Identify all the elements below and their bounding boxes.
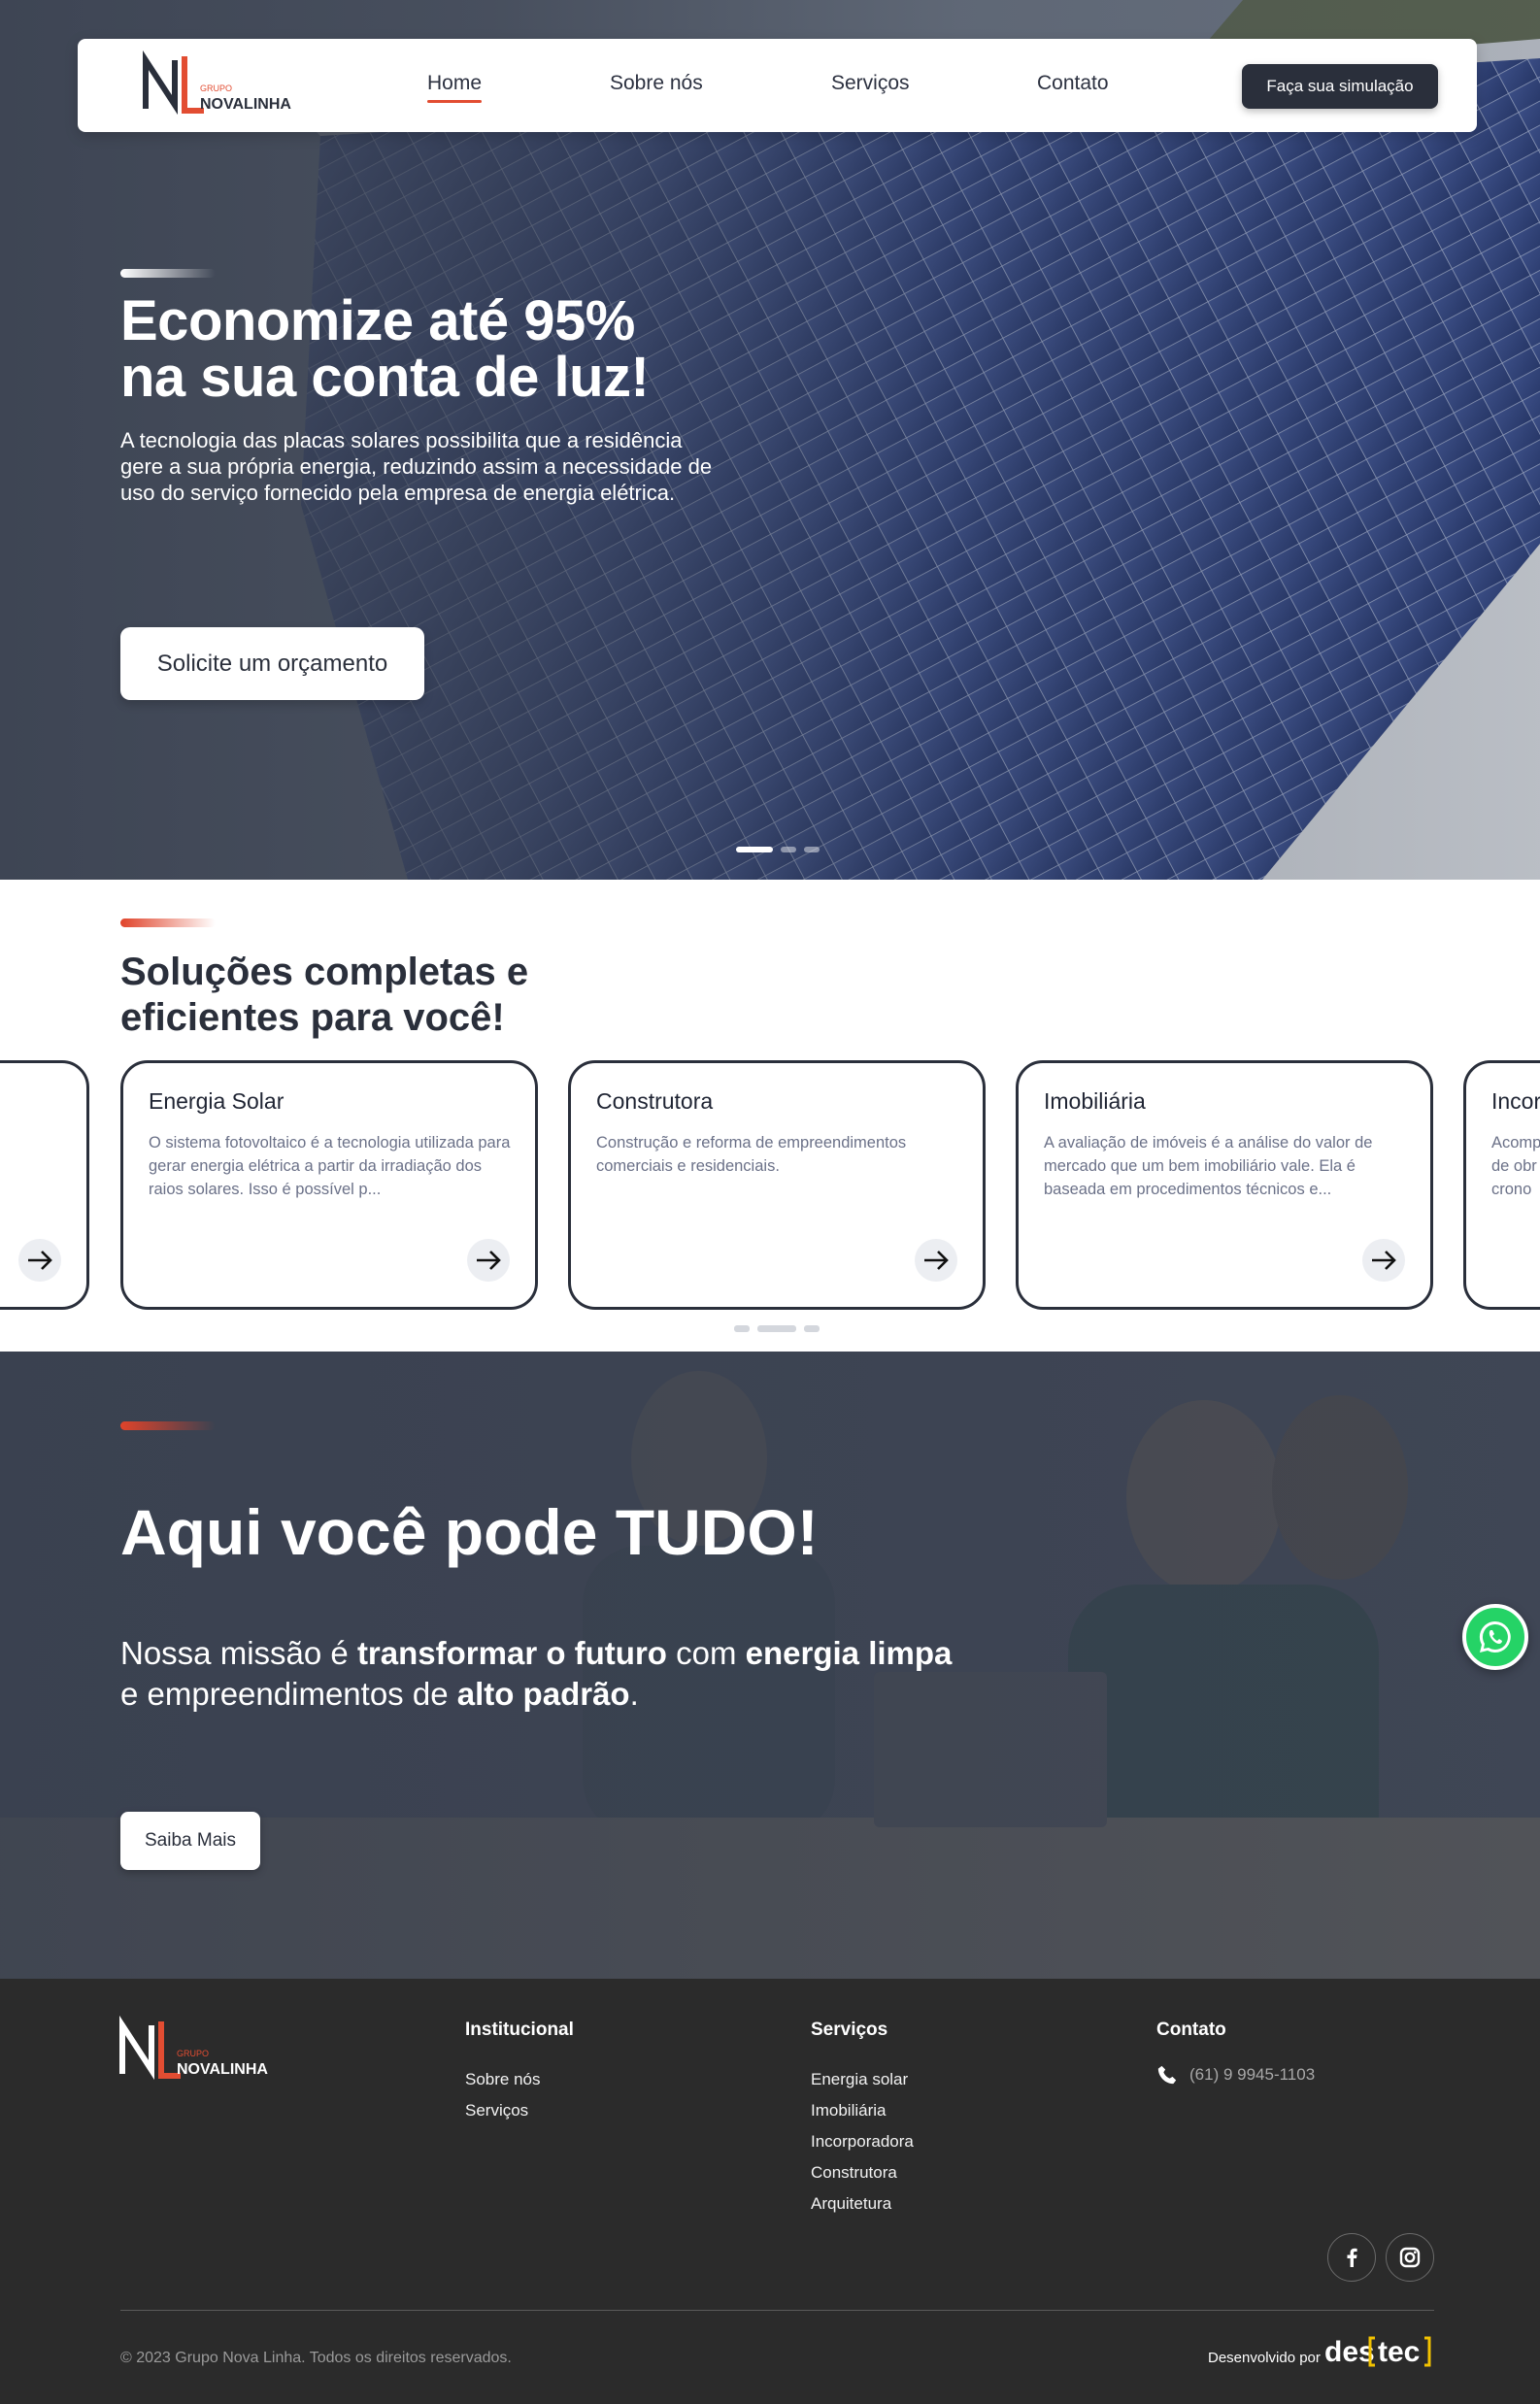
arrow-right-icon[interactable] [18,1239,61,1282]
carousel-dot[interactable] [804,847,820,852]
footer-servicos: Serviços Energia solar Imobiliária Incor… [811,2020,914,2220]
arrow-right-icon[interactable] [467,1239,510,1282]
destec-logo[interactable]: des tec [1324,2332,1433,2371]
mission-statement: Nossa missão é transformar o futuro com … [120,1633,955,1715]
title-bold-text: Aqui [120,1496,263,1568]
statement-bold-text: transformar o futuro [356,1635,667,1671]
solutions-carousel-dots [734,1325,820,1332]
title-bold-text: TUDO! [615,1496,819,1568]
service-card-incorporadora-partial[interactable]: Incor Acomp de obr crono [1463,1060,1540,1310]
arrow-right-icon[interactable] [1362,1239,1405,1282]
hero-title: Economize até 95% na sua conta de luz! [120,293,781,406]
footer-link-arquitetura[interactable]: Arquitetura [811,2188,914,2220]
carousel-dot[interactable] [734,1325,750,1332]
card-title: Energia Solar [149,1088,285,1114]
card-title: Incor [1491,1088,1540,1114]
copyright-text: © 2023 Grupo Nova Linha. Todos os direit… [120,2350,512,2366]
footer-heading: Institucional [465,2020,574,2040]
nav-link-home[interactable]: Home [427,72,483,103]
card-description: Acomp de obr crono [1491,1134,1540,1198]
footer: GRUPO NOVALINHA Institucional Sobre nós … [0,1979,1540,2404]
card-description: A avaliação de imóveis é a análise do va… [1044,1134,1373,1198]
hero-description: A tecnologia das placas solares possibil… [120,428,713,505]
footer-link-imobiliaria[interactable]: Imobiliária [811,2095,914,2126]
novalinha-footer-logo[interactable]: GRUPO NOVALINHA [118,2014,284,2086]
phone-icon [1157,2065,1177,2085]
footer-link-construtora[interactable]: Construtora [811,2157,914,2188]
heading-text: para você! [299,996,505,1039]
simulation-button[interactable]: Faça sua simulação [1242,64,1438,109]
statement-text: Nossa missão é [120,1635,357,1671]
learn-more-button[interactable]: Saiba Mais [120,1812,260,1870]
quote-request-button[interactable]: Solicite um orçamento [120,627,424,700]
phone-number: (61) 9 9945-1103 [1189,2065,1316,2084]
hero-section: GRUPO NOVALINHA Home Sobre nós Serviços … [0,0,1540,880]
service-card-construtora[interactable]: Construtora Construção e reforma de empr… [568,1060,986,1310]
footer-link-incorporadora[interactable]: Incorporadora [811,2126,914,2157]
statement-bold-text: alto padrão [456,1676,630,1712]
title-text: você pode [262,1496,616,1568]
arrow-right-icon[interactable] [915,1239,957,1282]
footer-link-sobre-nos[interactable]: Sobre nós [465,2064,574,2095]
service-card-partial-left[interactable] [0,1060,89,1310]
navbar: GRUPO NOVALINHA Home Sobre nós Serviços … [78,39,1477,132]
footer-heading: Serviços [811,2020,888,2040]
novalinha-logo[interactable]: GRUPO NOVALINHA [142,50,307,120]
carousel-dot[interactable] [804,1325,820,1332]
solutions-heading: Soluções completas e eficientes para voc… [120,950,625,1041]
footer-link-energia-solar[interactable]: Energia solar [811,2064,914,2095]
footer-contato: Contato (61) 9 9945-1103 [1156,2020,1315,2086]
card-description: O sistema fotovoltaico é a tecnologia ut… [149,1134,511,1198]
statement-text: com [666,1635,746,1671]
carousel-dot[interactable] [781,847,796,852]
facebook-icon[interactable] [1327,2233,1376,2282]
logo-name-text: NOVALINHA [177,2061,268,2078]
footer-divider [120,2310,1434,2311]
card-description: Construção e reforma de empreendimentos … [596,1134,907,1175]
dev-logo-part-a: des [1324,2336,1375,2368]
footer-link-servicos[interactable]: Serviços [465,2095,574,2126]
hero-accent-bar [120,269,216,278]
card-title: Construtora [596,1088,714,1114]
statement-text: e empreendimentos de [120,1676,457,1712]
mission-title: Aqui você pode TUDO! [120,1497,819,1567]
mission-section: Aqui você pode TUDO! Nossa missão é tran… [0,1352,1540,1979]
carousel-dot[interactable] [736,847,773,852]
service-card-energia-solar[interactable]: Energia Solar O sistema fotovoltaico é a… [120,1060,538,1310]
logo-small-text: GRUPO [177,2049,209,2058]
nav-link-sobre-nos[interactable]: Sobre nós [610,72,703,95]
hero-carousel-dots [736,847,820,852]
footer-phone[interactable]: (61) 9 9945-1103 [1156,2064,1315,2086]
mission-accent-bar [120,1421,216,1430]
whatsapp-icon[interactable] [1462,1604,1528,1670]
nav-link-servicos[interactable]: Serviços [831,72,910,95]
developed-by-label: Desenvolvido por [1208,2350,1321,2366]
hero-title-line2: na sua conta de luz! [120,346,650,409]
card-title: Imobiliária [1044,1088,1146,1114]
nav-link-contato[interactable]: Contato [1037,72,1109,95]
carousel-dot[interactable] [757,1325,796,1332]
footer-heading: Contato [1156,2020,1226,2040]
statement-text: . [629,1676,639,1712]
service-card-imobiliaria[interactable]: Imobiliária A avaliação de imóveis é a a… [1016,1060,1433,1310]
hero-title-line1: Economize até 95% [120,289,635,352]
heading-text: Soluções [120,951,304,993]
statement-bold-text: energia limpa [745,1635,953,1671]
logo-name-text: NOVALINHA [200,96,291,113]
dev-logo-part-b: tec [1378,2336,1420,2368]
instagram-icon[interactable] [1386,2233,1434,2282]
solutions-accent-bar [120,918,216,927]
solutions-section: Soluções completas e eficientes para voc… [0,880,1540,1352]
logo-small-text: GRUPO [200,83,232,93]
footer-institucional: Institucional Sobre nós Serviços [465,2020,574,2126]
